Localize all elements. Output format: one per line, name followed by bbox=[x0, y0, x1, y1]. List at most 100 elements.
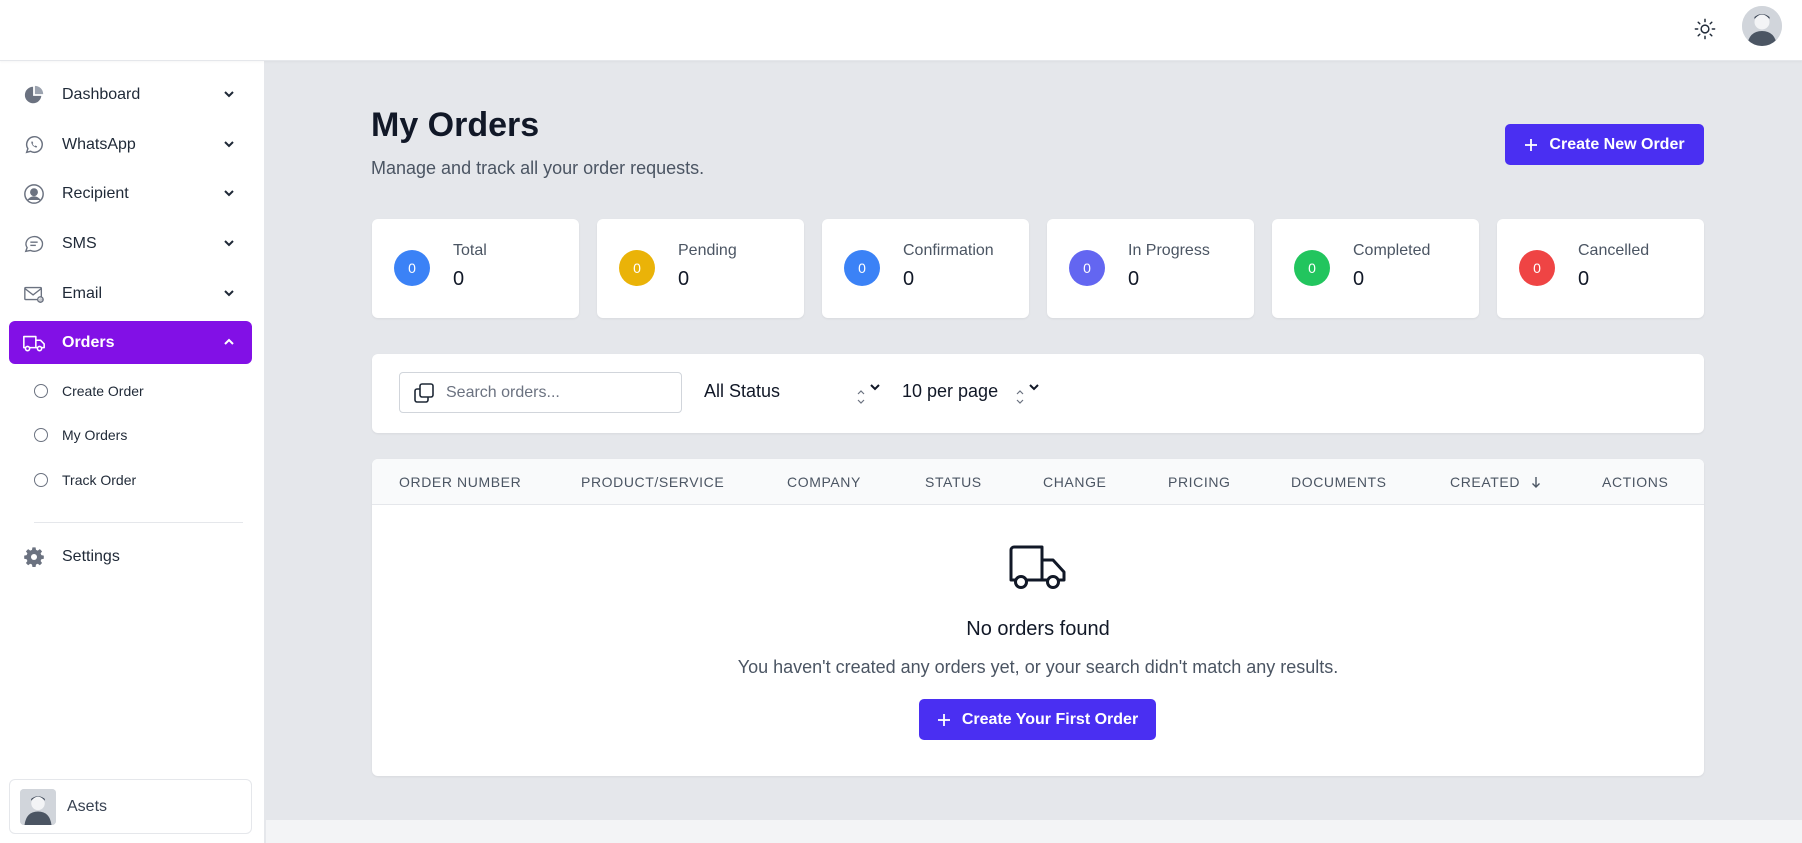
create-first-order-button[interactable]: Create Your First Order bbox=[919, 699, 1156, 740]
column-header-actions: ACTIONS bbox=[1602, 474, 1669, 490]
user-profile-card[interactable]: Asets bbox=[9, 779, 252, 834]
sidebar-item-email[interactable]: @ Email bbox=[9, 272, 252, 315]
chevron-down-icon bbox=[224, 290, 234, 297]
search-input[interactable] bbox=[446, 383, 666, 402]
status-badge: 0 bbox=[844, 250, 880, 286]
sidebar-item-settings[interactable]: Settings bbox=[9, 535, 252, 578]
sidebar-item-orders[interactable]: Orders bbox=[9, 321, 252, 364]
column-header-pricing[interactable]: PRICING bbox=[1168, 474, 1231, 490]
sidebar-subitem-label: My Orders bbox=[62, 427, 128, 443]
empty-state-description: You haven't created any orders yet, or y… bbox=[737, 657, 1339, 677]
plus-icon bbox=[937, 713, 950, 726]
chevron-down-icon bbox=[1029, 384, 1039, 391]
chevron-down-icon bbox=[224, 91, 234, 98]
column-header-order-number[interactable]: ORDER NUMBER bbox=[399, 474, 521, 490]
stat-label: Confirmation bbox=[903, 242, 994, 259]
circle-bullet-icon bbox=[34, 384, 48, 398]
status-badge: 0 bbox=[1069, 250, 1105, 286]
column-header-company[interactable]: COMPANY bbox=[787, 474, 861, 490]
column-header-change[interactable]: CHANGE bbox=[1043, 474, 1107, 490]
chevron-down-icon bbox=[224, 240, 234, 247]
chevron-down-icon bbox=[870, 384, 880, 391]
sun-icon bbox=[1694, 18, 1716, 40]
sidebar-item-whatsapp[interactable]: WhatsApp bbox=[9, 123, 252, 166]
search-box bbox=[399, 372, 682, 413]
column-header-documents[interactable]: DOCUMENTS bbox=[1291, 474, 1387, 490]
stat-label: Pending bbox=[678, 242, 737, 259]
chat-bubble-icon bbox=[21, 231, 47, 257]
top-bar bbox=[0, 0, 1802, 61]
stat-value: 0 bbox=[1128, 268, 1140, 290]
filter-bar: All Status 10 per page bbox=[372, 354, 1704, 433]
sidebar-item-label: Orders bbox=[62, 333, 115, 351]
sidebar-item-label: SMS bbox=[62, 234, 97, 252]
create-new-order-label: Create New Order bbox=[1549, 135, 1685, 153]
arrow-down-icon bbox=[1531, 477, 1540, 488]
sidebar-subitem-track-order[interactable]: Track Order bbox=[34, 468, 136, 492]
circle-bullet-icon bbox=[34, 473, 48, 487]
sort-arrows-icon bbox=[857, 390, 865, 404]
stat-value: 0 bbox=[453, 268, 465, 290]
svg-text:@: @ bbox=[39, 297, 44, 302]
chevron-down-icon bbox=[224, 190, 234, 197]
create-first-order-label: Create Your First Order bbox=[961, 710, 1139, 728]
sidebar-subitem-label: Create Order bbox=[62, 383, 144, 399]
sidebar: Dashboard WhatsApp Recipient SMS @ Email bbox=[0, 61, 265, 843]
sidebar-item-sms[interactable]: SMS bbox=[9, 222, 252, 265]
sidebar-item-label: Recipient bbox=[62, 184, 129, 202]
sidebar-subitem-label: Track Order bbox=[62, 472, 137, 488]
column-header-status[interactable]: STATUS bbox=[925, 474, 982, 490]
sidebar-item-dashboard[interactable]: Dashboard bbox=[9, 73, 252, 116]
chevron-up-icon bbox=[224, 338, 234, 345]
chevron-down-icon bbox=[224, 141, 234, 148]
user-avatar-button[interactable] bbox=[1742, 6, 1782, 46]
sidebar-subitem-my-orders[interactable]: My Orders bbox=[34, 423, 127, 447]
status-select-value: All Status bbox=[704, 380, 781, 401]
status-badge: 0 bbox=[1294, 250, 1330, 286]
status-badge: 0 bbox=[394, 250, 430, 286]
per-page-select-value: 10 per page bbox=[902, 380, 999, 401]
stat-card-total: 0 Total 0 bbox=[372, 219, 579, 318]
truck-icon bbox=[21, 330, 47, 356]
user-circle-icon bbox=[21, 181, 47, 207]
sidebar-item-label: Settings bbox=[62, 547, 120, 565]
stat-label: In Progress bbox=[1128, 242, 1210, 259]
sidebar-item-recipient[interactable]: Recipient bbox=[9, 172, 252, 215]
stat-label: Completed bbox=[1353, 242, 1431, 259]
theme-toggle-button[interactable] bbox=[1688, 12, 1722, 46]
create-new-order-button[interactable]: Create New Order bbox=[1505, 124, 1704, 165]
avatar bbox=[20, 788, 56, 825]
column-header-created[interactable]: CREATED bbox=[1450, 474, 1541, 490]
stat-value: 0 bbox=[1578, 268, 1590, 290]
stat-card-pending: 0 Pending 0 bbox=[597, 219, 804, 318]
column-header-created-label: CREATED bbox=[1450, 474, 1521, 490]
truck-icon bbox=[1009, 545, 1066, 589]
column-header-product-service[interactable]: PRODUCT/SERVICE bbox=[581, 474, 724, 490]
stat-card-confirmation: 0 Confirmation 0 bbox=[822, 219, 1029, 318]
page-title: My Orders bbox=[371, 106, 540, 144]
copy-icon bbox=[414, 382, 434, 403]
stat-card-completed: 0 Completed 0 bbox=[1272, 219, 1479, 318]
gear-icon bbox=[21, 544, 47, 570]
avatar-icon bbox=[1742, 6, 1782, 46]
sidebar-subitem-create-order[interactable]: Create Order bbox=[34, 379, 144, 403]
stat-card-in-progress: 0 In Progress 0 bbox=[1047, 219, 1254, 318]
sidebar-item-label: Email bbox=[62, 284, 103, 302]
pie-chart-icon bbox=[21, 82, 47, 108]
stat-label: Total bbox=[453, 242, 487, 259]
status-badge: 0 bbox=[1519, 250, 1555, 286]
status-badge: 0 bbox=[619, 250, 655, 286]
avatar-icon bbox=[20, 788, 56, 825]
user-name: Asets bbox=[67, 797, 108, 815]
whatsapp-icon bbox=[21, 132, 47, 158]
footer bbox=[266, 820, 1802, 843]
stat-label: Cancelled bbox=[1578, 242, 1650, 259]
sidebar-item-label: WhatsApp bbox=[62, 135, 136, 153]
status-select[interactable]: All Status bbox=[704, 376, 880, 406]
page-subtitle: Manage and track all your order requests… bbox=[371, 158, 705, 178]
sort-arrows-icon bbox=[1016, 390, 1024, 404]
empty-state-title: No orders found bbox=[966, 618, 1110, 640]
stat-value: 0 bbox=[903, 268, 915, 290]
stat-value: 0 bbox=[1353, 268, 1365, 290]
per-page-select[interactable]: 10 per page bbox=[902, 376, 1042, 406]
